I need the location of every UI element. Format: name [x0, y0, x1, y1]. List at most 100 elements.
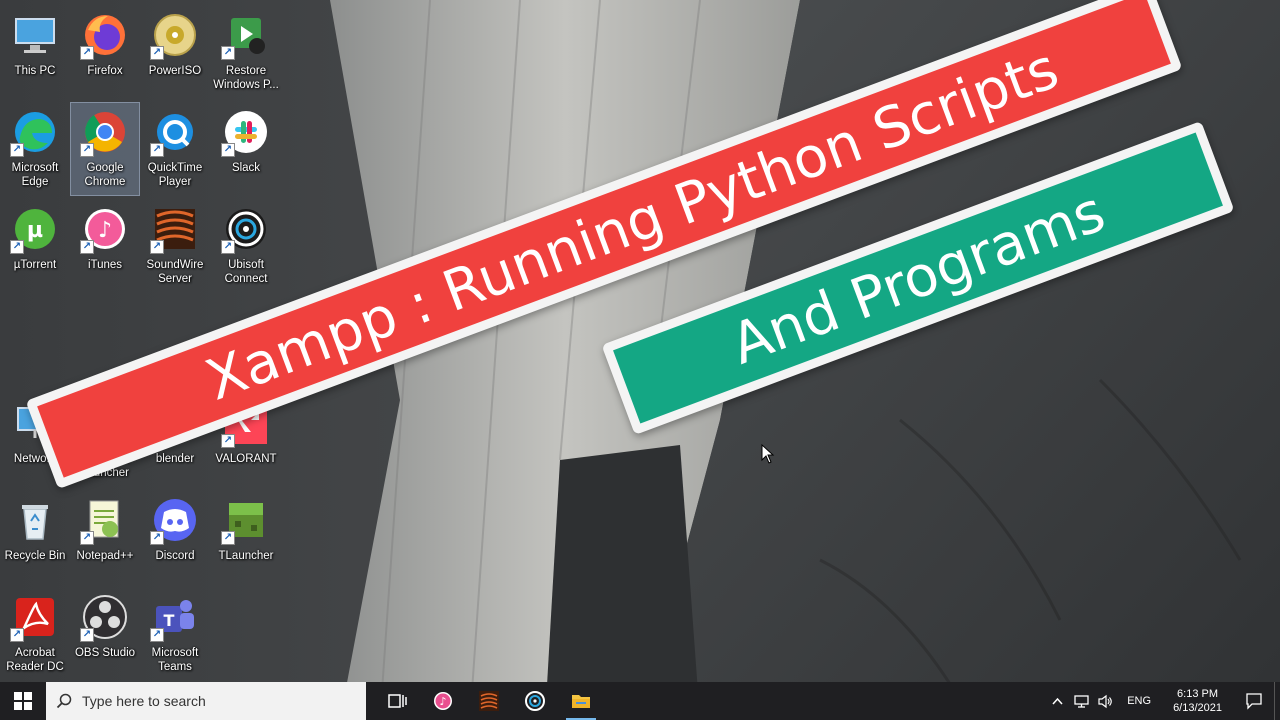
desktop-icon-utorrent[interactable]: µ ↗ µTorrent	[1, 200, 69, 292]
desktop-icon-notepad-plus-plus[interactable]: ↗ Notepad++	[71, 491, 139, 583]
shortcut-arrow-icon: ↗	[221, 434, 235, 448]
start-button[interactable]	[0, 682, 46, 720]
volume-tray-button[interactable]	[1093, 682, 1117, 720]
desktop-icon-label: Ubisoft Connect	[224, 259, 268, 285]
recycle-bin-icon	[10, 495, 60, 545]
taskbar-soundwire-button[interactable]	[466, 682, 512, 720]
desktop-icon-restore-windows[interactable]: ↗ Restore Windows P...	[212, 6, 280, 98]
itunes-icon: ♪	[434, 692, 452, 710]
network-tray-button[interactable]	[1069, 682, 1093, 720]
desktop-icon-chrome[interactable]: ↗ Google Chrome	[70, 102, 140, 196]
desktop-icon-label: Google Chrome	[84, 162, 126, 188]
shortcut-arrow-icon: ↗	[221, 240, 235, 254]
quicktime-icon: ↗	[150, 107, 200, 157]
taskbar-clock[interactable]: 6:13 PM 6/13/2021	[1161, 687, 1234, 715]
svg-text:♪: ♪	[439, 695, 446, 708]
desktop-icon-label: Acrobat Reader DC	[6, 647, 64, 673]
chrome-icon: ↗	[80, 107, 130, 157]
tlauncher-icon: ↗	[221, 495, 271, 545]
system-tray: ENG 6:13 PM 6/13/2021	[1045, 682, 1280, 720]
desktop-icon-label: This PC	[14, 65, 56, 77]
utorrent-icon: µ ↗	[10, 204, 60, 254]
desktop-icon-label: Firefox	[87, 65, 123, 77]
desktop-icon-label: Notepad++	[76, 550, 134, 562]
chevron-up-icon	[1052, 697, 1063, 705]
desktop-icon-recycle-bin[interactable]: Recycle Bin	[1, 491, 69, 583]
desktop-icon-firefox[interactable]: ↗ Firefox	[71, 6, 139, 98]
task-view-icon	[388, 694, 407, 708]
desktop-icon-label: Restore Windows P...	[213, 65, 279, 91]
desktop-icon-soundwire[interactable]: ↗ SoundWire Server	[141, 200, 209, 292]
soundwire-icon: ↗	[150, 204, 200, 254]
desktop-icon-label: SoundWire Server	[146, 259, 204, 285]
ubisoft-icon	[525, 691, 545, 711]
desktop-icon-obs[interactable]: ↗ OBS Studio	[71, 588, 139, 680]
acrobat-icon: ↗	[10, 592, 60, 642]
taskbar: Type here to search ♪ ENG 6:13 PM 6/13/2…	[0, 682, 1280, 720]
this-pc-icon	[10, 10, 60, 60]
windows-logo-icon	[14, 692, 32, 710]
shortcut-arrow-icon: ↗	[221, 143, 235, 157]
shortcut-arrow-icon: ↗	[10, 240, 24, 254]
action-center-button[interactable]	[1234, 682, 1274, 720]
desktop-icon-tlauncher[interactable]: ↗ TLauncher	[212, 491, 280, 583]
desktop-icon-label: Recycle Bin	[4, 550, 66, 562]
svg-text:T: T	[164, 611, 175, 630]
shortcut-arrow-icon: ↗	[10, 628, 24, 642]
desktop-icon-teams[interactable]: T ↗ Microsoft Teams	[141, 588, 209, 680]
discord-icon: ↗	[150, 495, 200, 545]
notepad-plus-plus-icon: ↗	[80, 495, 130, 545]
slack-icon: ↗	[221, 107, 271, 157]
desktop-icon-label: Microsoft Edge	[11, 162, 59, 188]
shortcut-arrow-icon: ↗	[10, 143, 24, 157]
shortcut-arrow-icon: ↗	[150, 628, 164, 642]
desktop-icon-label: PowerISO	[148, 65, 202, 77]
shortcut-arrow-icon: ↗	[80, 628, 94, 642]
show-desktop-button[interactable]	[1274, 682, 1280, 720]
task-view-button[interactable]	[374, 682, 420, 720]
show-hidden-icons-button[interactable]	[1045, 682, 1069, 720]
volume-icon	[1098, 694, 1112, 708]
desktop-icon-label: µTorrent	[13, 259, 57, 271]
desktop-icon-discord[interactable]: ↗ Discord	[141, 491, 209, 583]
shortcut-arrow-icon: ↗	[150, 240, 164, 254]
taskbar-itunes-button[interactable]: ♪	[420, 682, 466, 720]
shortcut-arrow-icon: ↗	[221, 531, 235, 545]
taskbar-search-box[interactable]: Type here to search	[46, 682, 366, 720]
itunes-icon: ♪ ↗	[80, 204, 130, 254]
input-language-indicator[interactable]: ENG	[1117, 695, 1161, 707]
restore-windows-icon: ↗	[221, 10, 271, 60]
desktop-icon-poweriso[interactable]: ↗ PowerISO	[141, 6, 209, 98]
firefox-icon: ↗	[80, 10, 130, 60]
desktop-icon-label: OBS Studio	[74, 647, 136, 659]
ubisoft-icon: ↗	[221, 204, 271, 254]
shortcut-arrow-icon: ↗	[80, 143, 94, 157]
desktop-icon-ubisoft[interactable]: ↗ Ubisoft Connect	[212, 200, 280, 292]
taskbar-ubisoft-button[interactable]	[512, 682, 558, 720]
shortcut-arrow-icon: ↗	[221, 46, 235, 60]
desktop-icon-label: QuickTime Player	[147, 162, 203, 188]
svg-text:µ: µ	[27, 218, 43, 243]
desktop-icon-label: Microsoft Teams	[151, 647, 199, 673]
search-placeholder: Type here to search	[82, 693, 206, 709]
mouse-cursor-icon	[761, 444, 775, 464]
shortcut-arrow-icon: ↗	[80, 531, 94, 545]
desktop-icon-label: Discord	[155, 550, 195, 562]
obs-icon: ↗	[80, 592, 130, 642]
notification-icon	[1246, 693, 1262, 710]
desktop-icon-slack[interactable]: ↗ Slack	[212, 103, 280, 195]
clock-time: 6:13 PM	[1177, 688, 1219, 700]
desktop-icon-label: Slack	[231, 162, 261, 174]
desktop-icon-this-pc[interactable]: This PC	[1, 6, 69, 98]
desktop-icon-quicktime[interactable]: ↗ QuickTime Player	[141, 103, 209, 195]
shortcut-arrow-icon: ↗	[80, 240, 94, 254]
desktop-icon-acrobat[interactable]: ↗ Acrobat Reader DC	[1, 588, 69, 680]
taskbar-file-explorer-button[interactable]	[558, 682, 604, 720]
search-icon	[56, 693, 72, 709]
desktop-icon-label: TLauncher	[218, 550, 274, 562]
desktop-icon-label: iTunes	[87, 259, 123, 271]
network-icon	[1074, 694, 1089, 708]
desktop-icon-edge[interactable]: ↗ Microsoft Edge	[1, 103, 69, 195]
desktop-icon-itunes[interactable]: ♪ ↗ iTunes	[71, 200, 139, 292]
shortcut-arrow-icon: ↗	[150, 143, 164, 157]
